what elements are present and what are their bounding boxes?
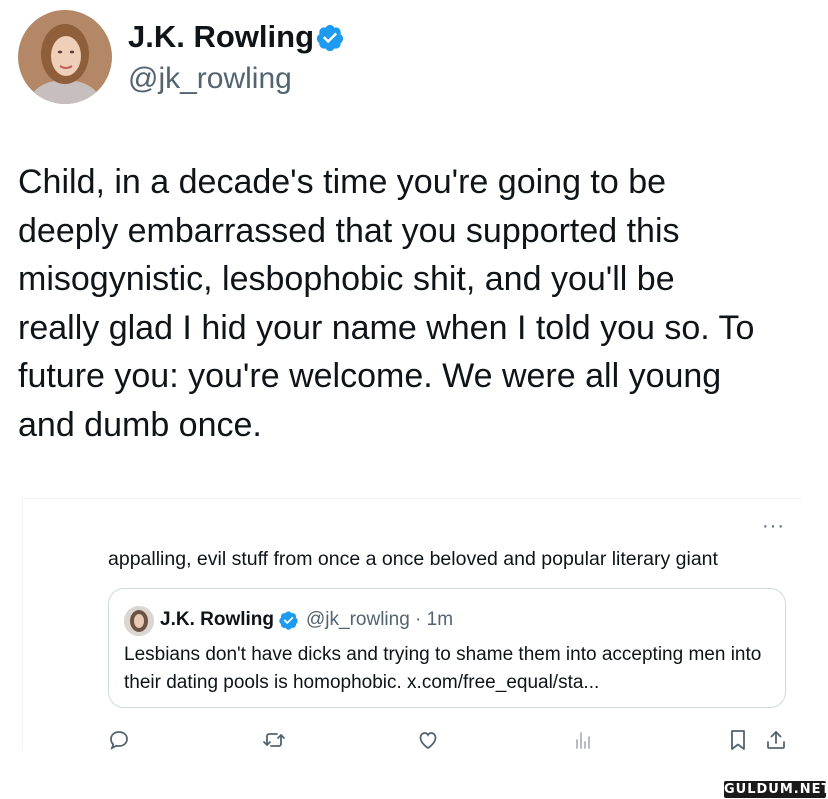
tweet-text: Child, in a decade's time you're going t… xyxy=(18,163,755,444)
reply-icon[interactable] xyxy=(107,728,131,752)
author-name[interactable]: J.K. Rowling xyxy=(128,18,314,56)
views-icon[interactable] xyxy=(571,728,595,752)
watermark-logo: GULDUM.NET xyxy=(724,781,828,798)
author-handle[interactable]: @jk_rowling xyxy=(128,60,292,98)
like-icon[interactable] xyxy=(416,728,440,752)
retweet-icon[interactable] xyxy=(262,728,286,752)
reply-text: appalling, evil stuff from once a once b… xyxy=(108,548,718,570)
quoted-author-name[interactable]: J.K. Rowling xyxy=(160,606,274,634)
bookmark-icon[interactable] xyxy=(726,728,750,752)
more-dots-icon[interactable]: ··· xyxy=(762,515,785,538)
quoted-author-avatar[interactable] xyxy=(124,606,154,636)
quoted-handle-time[interactable]: @jk_rowling · 1m xyxy=(306,606,453,634)
verified-badge-icon xyxy=(316,24,344,52)
verified-badge-icon xyxy=(279,611,298,630)
quoted-tweet-text: Lesbians don't have dicks and trying to … xyxy=(124,644,762,693)
share-icon[interactable] xyxy=(764,728,788,752)
author-avatar[interactable] xyxy=(18,10,112,104)
